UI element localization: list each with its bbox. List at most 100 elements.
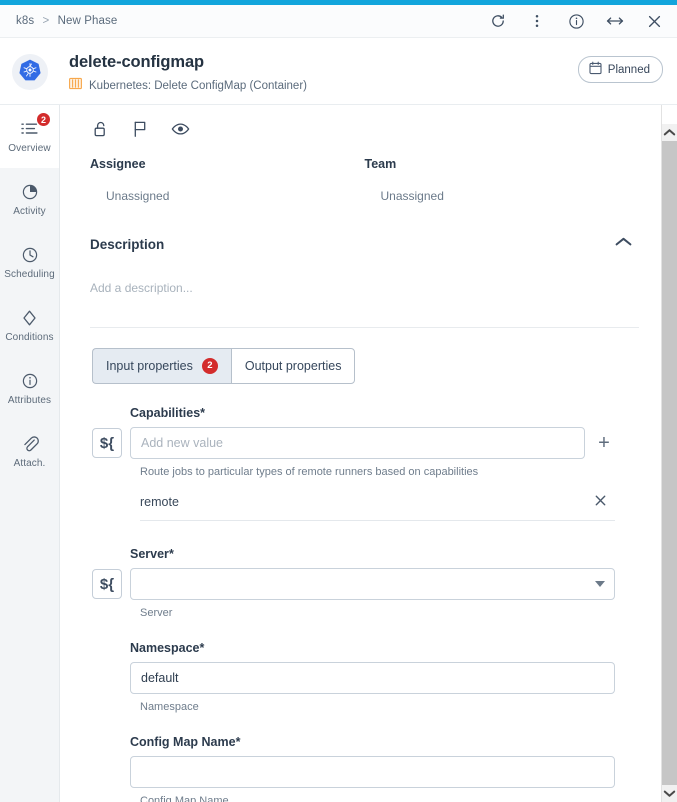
tab-badge-input: 2 [201, 358, 218, 374]
description-title: Description [90, 236, 165, 252]
main-wrap: Assignee Unassigned Team Unassigned Desc… [60, 105, 677, 802]
description-placeholder[interactable]: Add a description... [90, 281, 639, 295]
sidebar-item-label: Attributes [7, 395, 52, 406]
description-header[interactable]: Description [90, 235, 639, 253]
capability-chip-remote: remote [140, 494, 615, 521]
assignee-label: Assignee [90, 157, 146, 171]
required-marker: * [200, 406, 206, 420]
vertical-scrollbar[interactable] [661, 105, 677, 802]
field-row [130, 756, 615, 788]
container-icon [69, 77, 82, 95]
expression-button[interactable]: ${ [92, 569, 122, 599]
meta-row: Assignee Unassigned Team Unassigned [76, 149, 639, 203]
tab-label: Input properties [106, 358, 193, 373]
team-column: Team Unassigned [365, 157, 640, 203]
chip-label: remote [140, 495, 179, 509]
refresh-icon[interactable] [489, 12, 507, 30]
scroll-up-button[interactable] [662, 124, 677, 141]
server-select-wrap [130, 568, 615, 600]
body: 2 Overview Activity Scheduling Condition… [0, 105, 677, 802]
sidebar-item-attachments[interactable]: Attach. [0, 420, 59, 483]
sidebar-item-label: Conditions [5, 332, 54, 343]
field-label: Namespace* [130, 641, 615, 655]
sidebar-item-label: Activity [13, 206, 46, 217]
flag-icon[interactable] [130, 119, 150, 139]
watch-eye-icon[interactable] [170, 119, 190, 139]
operations-toolbar [76, 119, 639, 149]
tab-input-properties[interactable]: Input properties 2 [92, 348, 231, 384]
more-options-icon[interactable] [528, 12, 546, 30]
avatar [12, 54, 48, 90]
properties-form: Capabilities* ${ + Route jobs to particu… [76, 384, 639, 802]
breadcrumb-separator: > [42, 15, 50, 27]
add-capability-button[interactable]: + [593, 433, 615, 453]
tab-label: Output properties [244, 358, 342, 373]
field-help: Route jobs to particular types of remote… [140, 466, 479, 478]
list-icon: 2 [20, 112, 51, 139]
required-marker: * [168, 547, 174, 561]
sidebar-item-label: Scheduling [4, 269, 55, 280]
status-badge-label: Planned [607, 63, 650, 76]
field-row: ${ + [92, 427, 615, 459]
field-config-map-name: Config Map Name* Config Map Name [92, 735, 615, 802]
sidebar-item-scheduling[interactable]: Scheduling [0, 231, 59, 294]
sidebar-item-conditions[interactable]: Conditions [0, 294, 59, 357]
server-select[interactable] [130, 568, 615, 600]
capabilities-input[interactable] [130, 427, 585, 459]
field-label: Config Map Name* [130, 735, 615, 749]
field-label: Server* [130, 547, 615, 561]
info-circle-icon [21, 371, 39, 391]
required-marker: * [235, 735, 241, 749]
breadcrumb-leaf[interactable]: New Phase [58, 15, 118, 27]
field-label-text: Namespace [130, 641, 200, 655]
diamond-icon [21, 308, 38, 328]
expression-button[interactable]: ${ [92, 428, 122, 458]
field-server: Server* ${ Server [92, 547, 615, 619]
entity-subtitle: Kubernetes: Delete ConfigMap (Container) [89, 80, 307, 92]
section-divider [90, 327, 639, 328]
required-marker: * [199, 641, 205, 655]
sidebar-badge-overview: 2 [36, 112, 51, 127]
field-help: Config Map Name [140, 795, 229, 802]
tab-output-properties[interactable]: Output properties [230, 348, 356, 384]
main-inner: Assignee Unassigned Team Unassigned Desc… [60, 105, 661, 802]
sidebar: 2 Overview Activity Scheduling Condition… [0, 105, 60, 802]
sidebar-item-overview[interactable]: 2 Overview [0, 105, 59, 168]
calendar-icon [589, 61, 602, 78]
expand-width-icon[interactable] [606, 12, 624, 30]
team-value[interactable]: Unassigned [365, 189, 640, 203]
field-label: Capabilities* [130, 406, 615, 420]
titlebar-actions [489, 12, 663, 30]
field-row [130, 662, 615, 694]
scroll-down-button[interactable] [662, 785, 677, 802]
chevron-up-icon[interactable] [614, 235, 633, 253]
kubernetes-logo-icon [18, 58, 42, 87]
paperclip-icon [21, 434, 39, 454]
assignee-value[interactable]: Unassigned [90, 189, 365, 203]
close-icon[interactable] [645, 12, 663, 30]
field-label-text: Capabilities [130, 406, 201, 420]
clock-icon [21, 245, 39, 265]
window-titlebar: k8s > New Phase [0, 5, 677, 38]
pie-clock-icon [21, 182, 39, 202]
field-capabilities: Capabilities* ${ + Route jobs to particu… [92, 406, 615, 521]
sidebar-item-attributes[interactable]: Attributes [0, 357, 59, 420]
info-icon[interactable] [567, 12, 585, 30]
main-content: Assignee Unassigned Team Unassigned Desc… [60, 105, 661, 802]
phase-detail-window: k8s > New Phase delete-configmap Kuberne… [0, 0, 677, 802]
field-help: Server [140, 607, 173, 619]
breadcrumb: k8s > New Phase [16, 15, 117, 27]
entity-text: delete-configmap Kubernetes: Delete Conf… [69, 52, 578, 95]
status-badge[interactable]: Planned [577, 56, 663, 83]
field-label-text: Config Map Name [130, 735, 236, 749]
unlock-icon[interactable] [90, 119, 110, 139]
scrollbar-thumb[interactable] [662, 141, 677, 785]
namespace-input[interactable] [130, 662, 615, 694]
close-icon[interactable] [594, 494, 607, 510]
scrollbar-spacer [662, 105, 677, 124]
field-label-text: Server [130, 547, 169, 561]
properties-tabs: Input properties 2 Output properties [92, 348, 639, 384]
breadcrumb-root[interactable]: k8s [16, 15, 34, 27]
sidebar-item-activity[interactable]: Activity [0, 168, 59, 231]
config-map-name-input[interactable] [130, 756, 615, 788]
